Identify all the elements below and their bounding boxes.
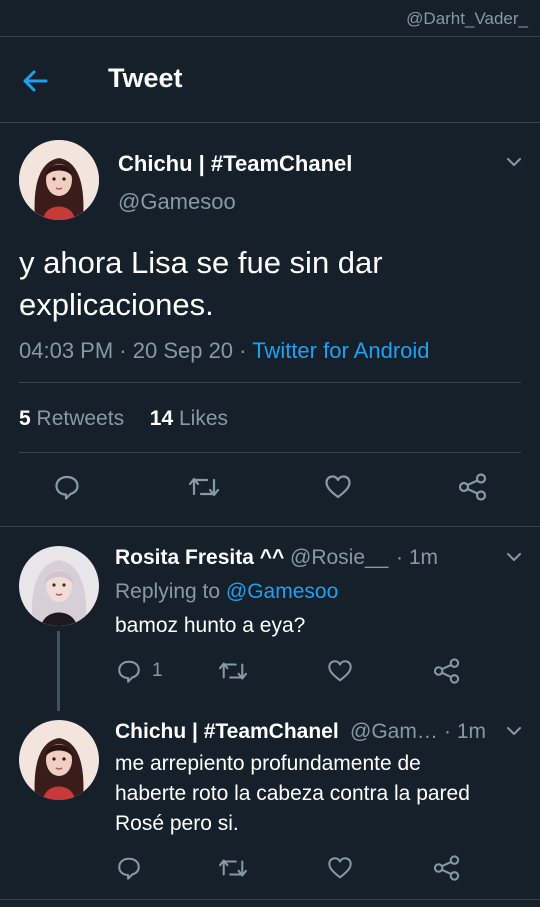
like-button[interactable] (327, 855, 353, 881)
share-button[interactable] (433, 855, 461, 881)
retweets-label: Retweets (36, 407, 125, 430)
reply-icon (118, 857, 140, 880)
reply-actions (0, 853, 540, 893)
reply-icon (118, 660, 140, 683)
reply-button[interactable]: 1 (116, 658, 163, 684)
replying-mention-link[interactable]: @Gamesoo (226, 580, 338, 603)
reply-text: bamoz hunto a eya? (115, 614, 306, 637)
main-tweet-actions (0, 471, 540, 511)
tweet-text: y ahora Lisa se fue sin dar explicacione… (19, 242, 520, 326)
top-bar: @Darht_Vader_ (0, 0, 540, 37)
avatar[interactable] (19, 546, 99, 626)
retweet-icon (218, 859, 248, 877)
reply-button[interactable] (116, 855, 142, 881)
likes-count: 14 (149, 407, 174, 430)
share-icon (458, 473, 487, 501)
tweet-text-line: explicaciones. (19, 287, 214, 322)
tweet-time: 04:03 PM (19, 338, 114, 363)
replying-to: Replying to @Gamesoo (115, 580, 338, 604)
main-tweet: Chichu | #TeamChanel @Gamesoo y ahora Li… (0, 123, 540, 527)
divider (19, 382, 521, 383)
heart-icon (325, 475, 351, 499)
author-name[interactable]: Chichu | #TeamChanel (115, 720, 339, 744)
divider (19, 452, 521, 453)
likes-stat[interactable]: 14 Likes (150, 407, 228, 430)
author-handle[interactable]: @Gam… (350, 720, 438, 744)
separator: · (113, 338, 133, 363)
likes-label: Likes (178, 407, 228, 430)
watermark: @Darht_Vader_ (406, 9, 528, 28)
avatar[interactable] (19, 720, 99, 800)
heart-icon (328, 857, 352, 879)
share-button[interactable] (458, 473, 488, 501)
reply-text-line: me arrepiento profundamente de (115, 752, 421, 775)
reply-count: 1 (152, 660, 163, 681)
page-title: Tweet (108, 63, 183, 93)
tweet-meta: 04:03 PM · 20 Sep 20 · Twitter for Andro… (19, 338, 430, 364)
divider (0, 899, 540, 900)
reply-tweet[interactable]: Chichu | #TeamChanel @Gam… · 1m me arrep… (0, 708, 540, 898)
chevron-down-icon[interactable] (503, 151, 525, 173)
header: Tweet (0, 37, 540, 123)
tweet-stats: 5 Retweets 14 Likes (19, 407, 228, 431)
tweet-date: 20 Sep 20 (132, 338, 234, 363)
reply-text: me arrepiento profundamente de haberte r… (115, 749, 470, 839)
reply-icon (55, 475, 79, 500)
author-handle[interactable]: @Rosie__ (290, 546, 388, 570)
retweet-button[interactable] (218, 855, 248, 881)
reply-text-line: haberte roto la cabeza contra la pared (115, 782, 470, 805)
reply-actions: 1 (0, 656, 540, 696)
author-handle[interactable]: @Gamesoo (118, 189, 236, 215)
retweet-button[interactable] (218, 658, 248, 684)
tweet-text-line: y ahora Lisa se fue sin dar (19, 245, 383, 280)
arrow-left-icon (23, 70, 48, 92)
author-name[interactable]: Chichu | #TeamChanel (118, 151, 352, 177)
like-button[interactable] (327, 658, 353, 684)
author-name[interactable]: Rosita Fresita ^^ (115, 546, 284, 570)
retweet-icon (218, 662, 248, 680)
tweet-source-link[interactable]: Twitter for Android (252, 338, 429, 363)
reply-button[interactable] (53, 473, 81, 501)
avatar[interactable] (19, 140, 99, 220)
chevron-down-icon[interactable] (503, 720, 525, 742)
retweets-stat[interactable]: 5 Retweets (19, 407, 124, 430)
like-button[interactable] (324, 473, 352, 501)
retweet-icon (188, 477, 220, 497)
retweet-button[interactable] (188, 473, 220, 501)
share-icon (433, 658, 460, 684)
tweet-time: · 1m (396, 546, 438, 569)
heart-icon (328, 660, 352, 682)
share-button[interactable] (433, 658, 461, 684)
retweets-count: 5 (19, 407, 31, 430)
chevron-down-icon[interactable] (503, 546, 525, 568)
replying-prefix: Replying to (115, 580, 221, 603)
separator: · (233, 338, 253, 363)
tweet-time: · 1m (444, 720, 486, 743)
share-icon (433, 855, 460, 881)
back-button[interactable] (22, 65, 62, 97)
reply-text-line: Rosé pero si. (115, 812, 239, 835)
reply-tweet[interactable]: Rosita Fresita ^^ @Rosie__ · 1m Replying… (0, 528, 540, 711)
